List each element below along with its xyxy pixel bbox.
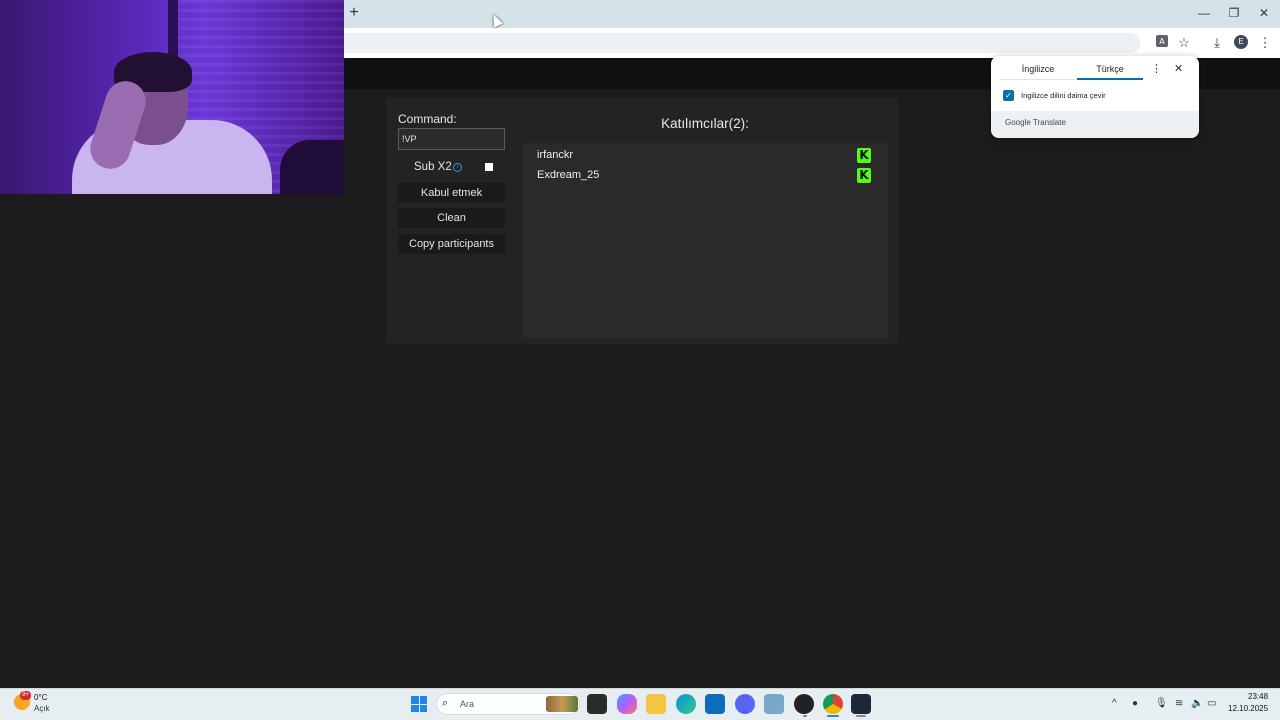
search-highlight-image[interactable] bbox=[546, 696, 578, 712]
tab-target-language[interactable]: Türkçe bbox=[1077, 64, 1143, 74]
svg-text:A: A bbox=[1159, 37, 1165, 46]
chevron-up-icon[interactable]: ^ bbox=[1112, 698, 1117, 709]
translate-icon[interactable]: A bbox=[1153, 34, 1171, 52]
command-label: Command: bbox=[398, 112, 457, 126]
info-icon[interactable]: i bbox=[453, 163, 462, 172]
tab-source-language[interactable]: İngilizce bbox=[1005, 64, 1071, 74]
taskbar bbox=[0, 688, 1280, 720]
edge-icon[interactable] bbox=[676, 694, 696, 714]
webcam-overlay bbox=[0, 0, 344, 194]
kick-icon: K bbox=[857, 168, 871, 183]
profile-avatar[interactable]: E bbox=[1234, 35, 1248, 49]
participant-name: irfanckr bbox=[537, 149, 574, 161]
participants-title: Katılımcılar(2): bbox=[661, 116, 749, 131]
webcam-object bbox=[280, 140, 344, 194]
running-indicator bbox=[803, 715, 807, 717]
browser-menu-icon[interactable]: ⋮ bbox=[1256, 34, 1274, 52]
kick-icon: K bbox=[857, 148, 871, 163]
close-window-button[interactable]: ✕ bbox=[1249, 4, 1279, 22]
terminal-icon[interactable] bbox=[587, 694, 607, 714]
wifi-icon[interactable]: ≋ bbox=[1175, 698, 1183, 709]
list-item: Exdream_25 K bbox=[537, 167, 877, 185]
active-tab-indicator bbox=[1077, 78, 1143, 80]
steam-icon[interactable] bbox=[851, 694, 871, 714]
active-indicator bbox=[827, 715, 839, 717]
volume-icon[interactable]: 🔈 bbox=[1191, 698, 1203, 709]
weather-description[interactable]: Açık bbox=[34, 704, 50, 713]
discord-icon[interactable] bbox=[735, 694, 755, 714]
list-item: irfanckr K bbox=[537, 147, 877, 165]
new-tab-button[interactable]: + bbox=[347, 4, 361, 22]
clean-button[interactable]: Clean bbox=[398, 208, 505, 228]
search-placeholder: Ara bbox=[460, 699, 475, 709]
obs-icon[interactable] bbox=[794, 694, 814, 714]
google-translate-brand: Google Translate bbox=[1005, 118, 1066, 127]
participant-name: Exdream_25 bbox=[537, 169, 600, 181]
minimize-button[interactable]: — bbox=[1189, 4, 1219, 22]
chrome-icon[interactable] bbox=[823, 694, 843, 714]
clock-date[interactable]: 12.10.2025 bbox=[1228, 704, 1268, 713]
command-input[interactable]: !VP bbox=[398, 128, 505, 150]
download-icon[interactable]: ⤓ bbox=[1208, 34, 1226, 52]
translate-popup: İngilizce Türkçe ⋮ ✕ ✓ İngilizce dilini … bbox=[991, 56, 1199, 138]
participants-list: irfanckr K Exdream_25 K bbox=[522, 143, 888, 338]
microphone-icon[interactable]: 🎙 bbox=[1155, 698, 1168, 709]
close-icon[interactable]: ✕ bbox=[1174, 62, 1183, 75]
search-icon: ⌕ bbox=[442, 697, 449, 709]
file-explorer-icon[interactable] bbox=[646, 694, 666, 714]
always-translate-label: İngilizce dilini daima çevir bbox=[1021, 91, 1106, 100]
sub-x2-checkbox[interactable] bbox=[485, 163, 493, 171]
clock-time[interactable]: 23:48 bbox=[1248, 692, 1268, 701]
accept-button[interactable]: Kabul etmek bbox=[398, 183, 505, 203]
settings-app-icon[interactable] bbox=[764, 694, 784, 714]
copilot-icon[interactable] bbox=[617, 694, 637, 714]
battery-icon[interactable]: ▭ bbox=[1207, 698, 1216, 709]
bookmark-star-icon[interactable]: ☆ bbox=[1175, 34, 1193, 52]
outlook-icon[interactable] bbox=[705, 694, 725, 714]
sub-x2-label: Sub X2 bbox=[414, 161, 452, 173]
security-icon[interactable]: ● bbox=[1132, 698, 1138, 709]
copy-participants-button[interactable]: Copy participants bbox=[398, 234, 505, 254]
always-translate-checkbox[interactable]: ✓ bbox=[1003, 90, 1014, 101]
running-indicator bbox=[856, 715, 866, 717]
weather-badge: 9+ bbox=[20, 691, 31, 700]
maximize-button[interactable]: ❐ bbox=[1219, 4, 1249, 22]
more-options-icon[interactable]: ⋮ bbox=[1151, 62, 1162, 75]
start-icon[interactable] bbox=[411, 696, 427, 712]
weather-temperature[interactable]: 0°C bbox=[34, 693, 47, 702]
